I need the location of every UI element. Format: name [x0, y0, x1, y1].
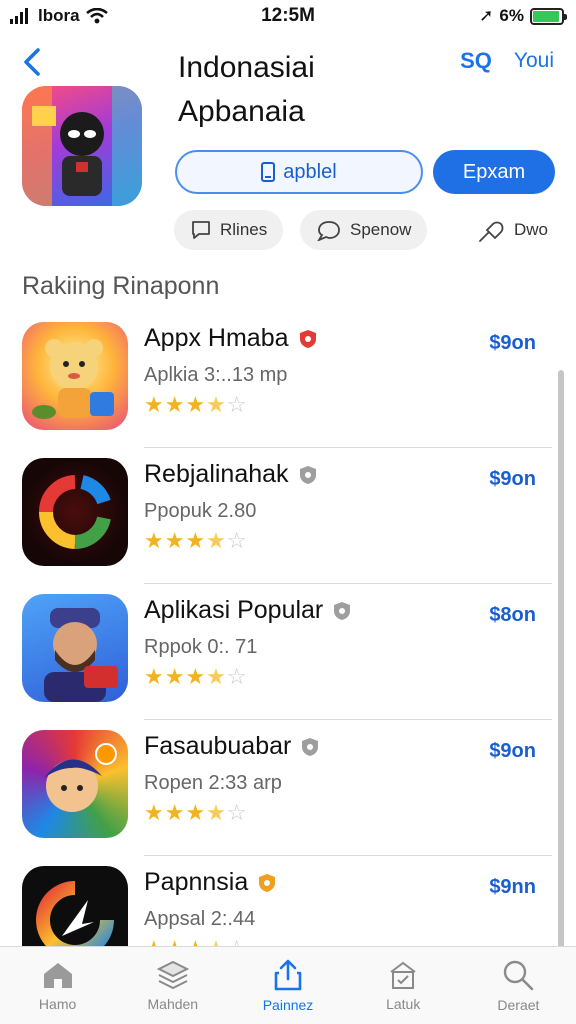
shield-badge-icon	[299, 465, 316, 484]
app-subtitle: Ropen 2:33 arp	[144, 772, 282, 794]
app-subtitle: Appsal 2:.44	[144, 908, 256, 930]
price-button[interactable]: $9on	[489, 740, 536, 763]
app-subtitle: Ppopuk 2.80	[144, 500, 257, 522]
scrollbar[interactable]	[558, 370, 564, 950]
tab-latuk-label: Latuk	[386, 995, 421, 1012]
header-action-you[interactable]: Youi	[514, 49, 554, 73]
tab-painnez-label: Painnez	[262, 996, 314, 1013]
header-actions: SQ Youi	[460, 48, 554, 74]
app-name: Papnnsia	[144, 868, 276, 897]
chip-rlines-label: Rlines	[220, 220, 268, 239]
chip-dwo[interactable]: Dwo	[460, 210, 564, 250]
battery-percent: 6%	[499, 6, 524, 25]
app-subtitle: Aplkia 3:..13 mp	[144, 364, 288, 386]
app-name: Fasaubuabar	[144, 732, 319, 761]
chip-dwo-label: Dwo	[514, 220, 549, 239]
app-name-text: Papnnsia	[144, 868, 249, 896]
list-item[interactable]: Appx Hmaba Aplkia 3:..13 mp ★★★★☆ $9on	[0, 312, 576, 448]
app-name: Rebjalinahak	[144, 460, 317, 489]
tab-latuk[interactable]: Latuk	[346, 947, 461, 1024]
app-icon	[22, 322, 128, 430]
comment-icon	[317, 221, 340, 241]
featured-app-icon	[22, 86, 142, 206]
rating-stars: ★★★★☆	[144, 392, 248, 417]
rating-stars: ★★★★☆	[144, 664, 248, 689]
home-icon	[43, 962, 72, 988]
layers-icon	[156, 960, 189, 989]
app-name: Aplikasi Popular	[144, 596, 351, 625]
shield-badge-icon	[299, 329, 316, 348]
tab-home-label: Hamo	[38, 995, 77, 1012]
app-icon	[22, 458, 128, 566]
app-name-text: Fasaubuabar	[144, 732, 292, 760]
app-name: Appx Hmaba	[144, 324, 317, 353]
tab-painnez[interactable]: Painnez	[230, 947, 345, 1024]
battery-icon	[530, 7, 567, 25]
app-info-button[interactable]: apblel	[175, 150, 423, 194]
tab-deraet[interactable]: Deraet	[461, 947, 576, 1024]
app-icon	[22, 866, 128, 948]
tab-bar: Hamo Mahden Painnez Latuk Deraet	[0, 946, 576, 1024]
chip-spenow[interactable]: Spenow	[300, 210, 428, 250]
chip-rlines[interactable]: Rlines	[174, 210, 284, 250]
back-chevron-icon[interactable]	[18, 44, 48, 80]
chip-spenow-label: Spenow	[350, 220, 412, 239]
share-icon	[274, 959, 302, 990]
title-line-1: Indonasiai	[178, 51, 315, 84]
app-icon	[22, 730, 128, 838]
price-button[interactable]: $8on	[489, 604, 536, 627]
page-title: Indonasiai Apbanaia	[178, 46, 315, 134]
app-info-label: apblel	[283, 160, 337, 183]
tab-deraet-label: Deraet	[497, 996, 540, 1013]
shield-badge-icon	[259, 873, 276, 892]
list-item[interactable]: Rebjalinahak Ppopuk 2.80 ★★★★☆ $9on	[0, 448, 576, 584]
search-icon	[504, 960, 534, 990]
status-right: ➚ 6%	[479, 6, 567, 26]
tab-mahden[interactable]: Mahden	[115, 947, 230, 1024]
tab-mahden-label: Mahden	[147, 995, 199, 1012]
phone-icon	[261, 162, 276, 182]
location-icon: ➚	[479, 6, 494, 25]
app-name-text: Rebjalinahak	[144, 460, 289, 488]
header-action-sq[interactable]: SQ	[460, 48, 492, 74]
app-icon	[22, 594, 128, 702]
price-button[interactable]: $9on	[489, 468, 536, 491]
price-button[interactable]: $9nn	[489, 876, 536, 899]
status-bar: lbora 12:5M ➚ 6%	[0, 0, 576, 34]
price-button[interactable]: $9on	[489, 332, 536, 355]
list-item[interactable]: Fasaubuabar Ropen 2:33 arp ★★★★☆ $9on	[0, 720, 576, 856]
rating-stars: ★★★★☆	[144, 528, 248, 553]
app-name-text: Aplikasi Popular	[144, 596, 324, 624]
tab-home[interactable]: Hamo	[0, 947, 115, 1024]
shield-badge-icon	[334, 601, 351, 620]
get-button[interactable]: Epxam	[433, 150, 555, 194]
app-name-text: Appx Hmaba	[144, 324, 289, 352]
app-subtitle: Rppok 0:. 71	[144, 636, 258, 658]
list-item[interactable]: Aplikasi Popular Rppok 0:. 71 ★★★★☆ $8on	[0, 584, 576, 720]
rating-stars: ★★★★☆	[144, 800, 248, 825]
title-line-2: Apbanaia	[178, 95, 305, 128]
section-title: Rakiing Rinaponn	[22, 272, 220, 300]
shield-badge-icon	[302, 737, 319, 756]
store-icon	[390, 961, 416, 989]
pin-icon	[479, 221, 504, 242]
chat-icon	[192, 221, 210, 239]
list-item[interactable]: Papnnsia Appsal 2:.44 ★★★★☆ $9nn	[0, 856, 576, 948]
